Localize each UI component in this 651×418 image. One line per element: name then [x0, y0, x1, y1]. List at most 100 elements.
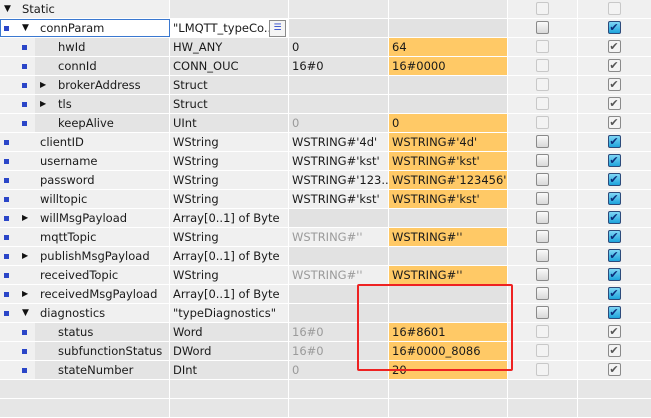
table-row[interactable]: ▶ brokerAddress Struct ✔ — [0, 76, 651, 95]
checkbox-unchecked[interactable] — [535, 59, 549, 72]
table-row[interactable]: keepAlive UInt 0 0 ✔ — [0, 114, 651, 133]
table-row[interactable]: ▶ tls Struct ✔ — [0, 95, 651, 114]
table-row[interactable]: ▼ diagnostics "typeDiagnostics" ✔ — [0, 304, 651, 323]
checkbox-checked[interactable]: ✔ — [607, 21, 621, 34]
table-row[interactable]: ▼ connParam "LMQTT_typeCo... ☰ ✔ — [0, 19, 651, 38]
checkbox-unchecked[interactable] — [535, 230, 549, 243]
type-cell[interactable]: Struct — [170, 76, 289, 94]
monitor-value-cell[interactable]: WSTRING#'' — [389, 266, 508, 284]
checkbox-checked[interactable]: ✔ — [607, 344, 621, 357]
type-cell[interactable]: UInt — [170, 114, 289, 132]
name-cell[interactable]: ▼ Static — [0, 0, 170, 18]
type-cell[interactable]: WString — [170, 190, 289, 208]
name-cell[interactable]: status — [0, 323, 170, 341]
checkbox-unchecked[interactable] — [535, 2, 549, 15]
default-value-cell[interactable] — [289, 247, 389, 265]
default-value-cell[interactable] — [289, 19, 389, 37]
default-value-cell[interactable]: WSTRING#'kst' — [289, 190, 389, 208]
name-cell[interactable]: keepAlive — [0, 114, 170, 132]
type-cell[interactable]: WString — [170, 152, 289, 170]
name-cell[interactable]: connId — [0, 57, 170, 75]
type-cell[interactable]: DWord — [170, 342, 289, 360]
monitor-value-cell[interactable] — [389, 209, 508, 227]
table-row[interactable]: ▶ willMsgPayload Array[0..1] of Byte ✔ — [0, 209, 651, 228]
table-row[interactable]: receivedTopic WString WSTRING#'' WSTRING#''… — [0, 266, 651, 285]
name-cell[interactable]: hwId — [0, 38, 170, 56]
default-value-cell[interactable]: WSTRING#'4d' — [289, 133, 389, 151]
checkbox-checked[interactable]: ✔ — [607, 173, 621, 186]
name-cell[interactable]: username — [0, 152, 170, 170]
name-cell[interactable]: ▼ diagnostics — [0, 304, 170, 322]
table-row[interactable]: hwId HW_ANY 0 64 ✔ — [0, 38, 651, 57]
table-row[interactable]: ▼ Static — [0, 0, 651, 19]
monitor-value-cell[interactable]: WSTRING#'4d' — [389, 133, 508, 151]
checkbox-checked[interactable]: ✔ — [607, 211, 621, 224]
name-cell[interactable]: receivedTopic — [0, 266, 170, 284]
checkbox-unchecked[interactable] — [535, 21, 549, 34]
name-cell[interactable]: ▶ willMsgPayload — [0, 209, 170, 227]
checkbox-checked[interactable]: ✔ — [607, 306, 621, 319]
collapse-triangle-icon[interactable]: ▶ — [22, 285, 28, 303]
type-cell[interactable]: "typeDiagnostics" — [170, 304, 289, 322]
default-value-cell[interactable]: 0 — [289, 114, 389, 132]
monitor-value-cell[interactable]: 16#0000 — [389, 57, 508, 75]
monitor-value-cell[interactable] — [389, 95, 508, 113]
monitor-value-cell[interactable]: WSTRING#'kst' — [389, 190, 508, 208]
type-cell[interactable]: Array[0..1] of Byte — [170, 247, 289, 265]
type-cell[interactable]: Word — [170, 323, 289, 341]
monitor-value-cell[interactable] — [389, 0, 508, 18]
checkbox-checked[interactable]: ✔ — [607, 97, 621, 110]
type-cell[interactable]: "LMQTT_typeCo... ☰ — [170, 19, 289, 37]
type-cell[interactable]: DInt — [170, 361, 289, 379]
checkbox-unchecked[interactable] — [535, 154, 549, 167]
type-cell[interactable]: WString — [170, 266, 289, 284]
type-cell[interactable]: WString — [170, 171, 289, 189]
checkbox-checked[interactable]: ✔ — [607, 268, 621, 281]
default-value-cell[interactable] — [289, 76, 389, 94]
checkbox-checked[interactable]: ✔ — [607, 325, 621, 338]
default-value-cell[interactable]: 0 — [289, 38, 389, 56]
monitor-value-cell[interactable] — [389, 19, 508, 37]
table-row[interactable]: mqttTopic WString WSTRING#'' WSTRING#'' ✔ — [0, 228, 651, 247]
name-cell[interactable]: willtopic — [0, 190, 170, 208]
checkbox-unchecked[interactable] — [535, 344, 549, 357]
checkbox-unchecked[interactable] — [535, 135, 549, 148]
checkbox-checked[interactable]: ✔ — [607, 135, 621, 148]
checkbox-unchecked[interactable] — [535, 325, 549, 338]
type-cell[interactable]: Array[0..1] of Byte — [170, 209, 289, 227]
checkbox-unchecked[interactable] — [535, 173, 549, 186]
checkbox-checked[interactable]: ✔ — [607, 78, 621, 91]
table-row[interactable]: ▶ receivedMsgPayload Array[0..1] of Byte ✔ — [0, 285, 651, 304]
checkbox-checked[interactable]: ✔ — [607, 116, 621, 129]
default-value-cell[interactable] — [289, 0, 389, 18]
default-value-cell[interactable]: WSTRING#'' — [289, 228, 389, 246]
checkbox-checked[interactable]: ✔ — [607, 287, 621, 300]
checkbox-unchecked[interactable] — [535, 211, 549, 224]
collapse-triangle-icon[interactable]: ▶ — [22, 247, 28, 265]
table-row[interactable]: stateNumber DInt 0 20 ✔ — [0, 361, 651, 380]
name-cell[interactable]: password — [0, 171, 170, 189]
checkbox-checked[interactable]: ✔ — [607, 363, 621, 376]
checkbox-checked[interactable]: ✔ — [607, 249, 621, 262]
checkbox-unchecked[interactable] — [535, 268, 549, 281]
checkbox-unchecked[interactable] — [535, 249, 549, 262]
name-cell[interactable]: ▶ receivedMsgPayload — [0, 285, 170, 303]
collapse-triangle-icon[interactable]: ▶ — [22, 209, 28, 227]
type-cell[interactable]: Struct — [170, 95, 289, 113]
checkbox-checked[interactable]: ✔ — [607, 230, 621, 243]
name-cell[interactable]: clientID — [0, 133, 170, 151]
monitor-value-cell[interactable] — [389, 76, 508, 94]
expand-triangle-icon[interactable]: ▼ — [22, 19, 29, 37]
name-cell[interactable]: subfunctionStatus — [0, 342, 170, 360]
default-value-cell[interactable] — [289, 209, 389, 227]
monitor-value-cell[interactable]: WSTRING#'kst' — [389, 152, 508, 170]
default-value-cell[interactable]: WSTRING#'kst' — [289, 152, 389, 170]
checkbox-unchecked[interactable] — [535, 363, 549, 376]
checkbox-unchecked[interactable] — [535, 192, 549, 205]
monitor-value-cell[interactable] — [389, 247, 508, 265]
expand-triangle-icon[interactable]: ▼ — [4, 0, 11, 18]
monitor-value-cell[interactable]: WSTRING#'123456' — [389, 171, 508, 189]
type-browse-button[interactable]: ☰ — [269, 20, 286, 37]
table-row[interactable]: password WString WSTRING#'123... WSTRING#'1… — [0, 171, 651, 190]
table-row[interactable]: connId CONN_OUC 16#0 16#0000 ✔ — [0, 57, 651, 76]
